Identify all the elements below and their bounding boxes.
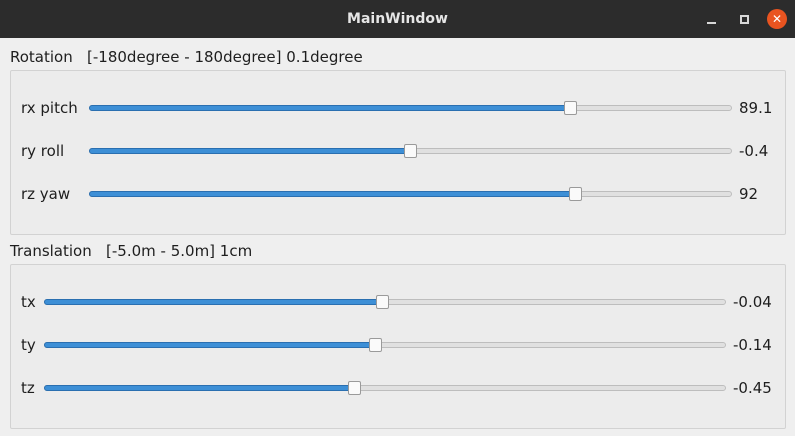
slider-fill — [89, 105, 570, 111]
close-icon[interactable]: ✕ — [767, 9, 787, 29]
slider-fill — [44, 385, 354, 391]
tx-slider[interactable] — [44, 294, 726, 310]
ry-roll-value: -0.4 — [739, 142, 769, 160]
slider-fill — [44, 342, 375, 348]
ty-label: ty — [21, 336, 36, 354]
rx-pitch-slider[interactable] — [89, 100, 732, 116]
slider-fill — [89, 191, 575, 197]
tx-value: -0.04 — [733, 293, 772, 311]
tx-label: tx — [21, 293, 36, 311]
translation-group-title: Translation [-5.0m - 5.0m] 1cm — [10, 242, 253, 260]
minimize-icon[interactable] — [701, 9, 721, 29]
rz-yaw-label: rz yaw — [21, 185, 71, 203]
maximize-icon[interactable] — [734, 9, 754, 29]
ty-value: -0.14 — [733, 336, 772, 354]
tz-value: -0.45 — [733, 379, 772, 397]
slider-handle[interactable] — [348, 381, 361, 395]
slider-handle[interactable] — [376, 295, 389, 309]
rx-pitch-value: 89.1 — [739, 99, 773, 117]
rx-pitch-label: rx pitch — [21, 99, 78, 117]
ry-roll-label: ry roll — [21, 142, 65, 160]
rotation-group-title: Rotation [-180degree - 180degree] 0.1deg… — [10, 48, 363, 66]
ty-slider[interactable] — [44, 337, 726, 353]
slider-handle[interactable] — [569, 187, 582, 201]
window-title: MainWindow — [347, 11, 448, 27]
slider-handle[interactable] — [564, 101, 577, 115]
tz-slider[interactable] — [44, 380, 726, 396]
ry-roll-slider[interactable] — [89, 143, 732, 159]
slider-handle[interactable] — [404, 144, 417, 158]
title-bar: MainWindow ✕ — [0, 0, 795, 38]
slider-handle[interactable] — [369, 338, 382, 352]
rz-yaw-value: 92 — [739, 185, 759, 203]
slider-fill — [89, 148, 410, 154]
slider-fill — [44, 299, 382, 305]
tz-label: tz — [21, 379, 35, 397]
rz-yaw-slider[interactable] — [89, 186, 732, 202]
